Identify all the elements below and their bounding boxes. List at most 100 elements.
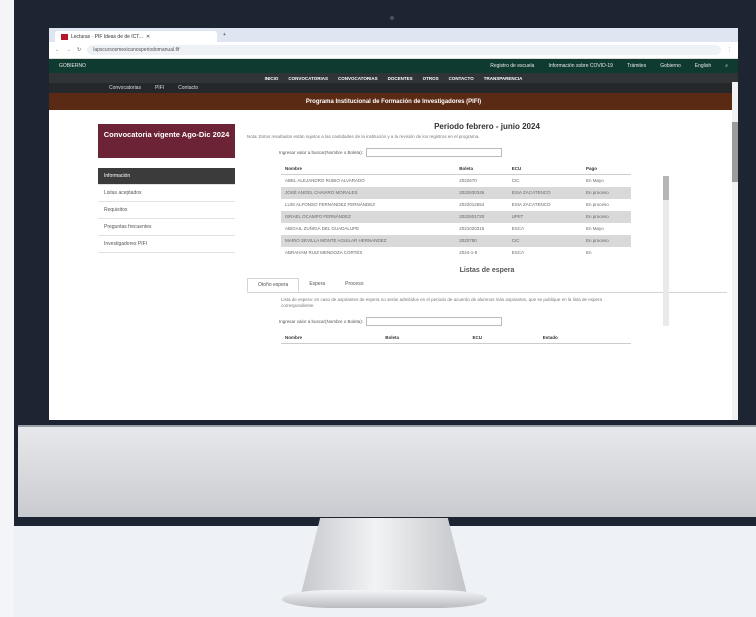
note-text: Nota: Estos resultados están sujetos a l… xyxy=(247,134,480,139)
table-row: MARIO SEVILLA MONTE AGUILAR HERNANDEZ 202… xyxy=(281,235,631,247)
cell: MARIO SEVILLA MONTE AGUILAR HERNANDEZ xyxy=(281,235,456,247)
cell: En xyxy=(586,250,592,255)
col-header[interactable]: Boleta xyxy=(455,163,508,175)
menu-item[interactable]: CONVOCATORIAS xyxy=(288,76,328,81)
new-tab-icon[interactable]: + xyxy=(223,32,226,38)
submenu-item[interactable]: Convocatorias xyxy=(109,85,141,91)
gov-link[interactable]: Gobierno xyxy=(660,63,681,69)
cell: CIC xyxy=(507,235,583,247)
favicon-icon xyxy=(61,33,68,40)
gov-link[interactable]: Información sobre COVID-19 xyxy=(548,63,612,69)
tab-otono-espera[interactable]: Otoño espera xyxy=(247,278,300,292)
wait-search-input[interactable] xyxy=(366,317,503,326)
page-title: Periodo febrero - junio 2024 xyxy=(434,122,540,131)
table-scroll-thumb[interactable] xyxy=(663,176,669,200)
table-row: LUIS ALFONSO FERNÁNDEZ FERNÁNDEZ 20220125… xyxy=(281,199,631,211)
sidebar-item-requisitos[interactable]: Requisitos xyxy=(98,202,235,219)
waitlist-table: Nombre Boleta ECU Estado xyxy=(281,332,631,344)
col-header[interactable]: ECU xyxy=(468,332,539,344)
url-text: lapscursosmexicanosperiodomanual.fif xyxy=(93,47,180,53)
table-scrollbar[interactable] xyxy=(663,176,669,326)
search-input[interactable] xyxy=(366,148,503,157)
search-label: Ingresar valor a buscar(Nombre o Boleta)… xyxy=(279,319,364,324)
table-row: ISRAEL OCAMPO FERNÁNDEZ 2022601720 UPIIT En… xyxy=(281,211,631,223)
waitlist-description: Lista de espera: en caso de aspirantes d… xyxy=(281,297,602,308)
tab-espera[interactable]: Espera xyxy=(299,278,335,292)
extensions-icon[interactable]: ⋮ xyxy=(727,47,732,53)
waitlist-title: Listas de espera xyxy=(459,267,515,274)
accepted-table: Nombre Boleta ECU Pago ABEL ALEJANDRO RU… xyxy=(281,163,631,259)
submenu-item[interactable]: PIFI xyxy=(155,85,164,91)
address-bar: ← → ↻ lapscursosmexicanosperiodomanual.f… xyxy=(49,42,738,59)
col-header[interactable]: Boleta xyxy=(381,332,469,344)
cell: ESCA xyxy=(511,226,525,231)
cell: ESCA xyxy=(511,250,525,255)
back-icon[interactable]: ← xyxy=(55,47,60,53)
col-header[interactable]: ECU xyxy=(507,163,583,175)
browser-tabbar: Lecturas · PIF Ideas de de ICT... ✕ + xyxy=(49,28,738,42)
submenu-item[interactable]: Contacto xyxy=(178,85,198,91)
sub-menu: Convocatorias PIFI Contacto xyxy=(49,83,738,93)
program-banner: Programa Institucional de Formación de I… xyxy=(49,93,738,110)
page-scrollbar[interactable] xyxy=(732,82,738,420)
cell: ESIA ZACATENCO xyxy=(507,187,583,199)
cell: 2020780 xyxy=(455,235,508,247)
main-menu: INICIO CONVOCATORIAS CONVOCATORIAS DOCEN… xyxy=(49,73,738,83)
cell: ABRAHAM RUIZ MENDOZA CORTÉS xyxy=(285,250,363,255)
col-header[interactable]: Nombre xyxy=(281,163,456,175)
cell: 2022012554 xyxy=(459,202,485,207)
browser-tab[interactable]: Lecturas · PIF Ideas de de ICT... ✕ xyxy=(55,31,217,42)
col-header[interactable]: Estado xyxy=(538,332,631,344)
gov-link[interactable]: Trámites xyxy=(627,63,646,69)
menu-item[interactable]: CONTACTO xyxy=(449,76,474,81)
search-row: Ingresar valor a buscar(Nombre o Boleta)… xyxy=(279,148,727,157)
cell: 2021020315 xyxy=(459,226,485,231)
reload-icon[interactable]: ↻ xyxy=(77,47,81,53)
col-header[interactable]: Pago xyxy=(582,163,631,175)
cell: UPIIT xyxy=(507,211,583,223)
sidebar-item-investigadores[interactable]: Investigadores PIFI xyxy=(98,236,235,253)
banner-title: Programa Institucional de Formación de I… xyxy=(305,98,482,105)
sidebar-item-faq[interactable]: Preguntas frecuentes xyxy=(98,219,235,236)
table-row: ABIGAIL ZUÑIGA DEL GUADALUPE 2021020315 ES… xyxy=(281,223,631,235)
monitor-stand xyxy=(300,518,468,598)
forward-icon[interactable]: → xyxy=(66,47,71,53)
gov-link[interactable]: Registro de escuela xyxy=(490,63,534,69)
close-icon[interactable]: ✕ xyxy=(146,34,150,40)
col-header[interactable]: Nombre xyxy=(281,332,382,344)
page-scroll-thumb[interactable] xyxy=(732,122,738,182)
sidebar-item-info[interactable]: Información xyxy=(98,168,235,185)
menu-item[interactable]: CONVOCATORIAS xyxy=(338,76,378,81)
sidebar-item-listas[interactable]: Listas aceptados xyxy=(98,185,235,202)
menu-item[interactable]: DOCENTES xyxy=(388,76,413,81)
cell: ISRAEL OCAMPO FERNÁNDEZ xyxy=(281,211,456,223)
table-row: ABEL ALEJANDRO RUBIO ALVARADO 2022670 CIC E… xyxy=(281,175,631,188)
tab-proceso[interactable]: Proceso xyxy=(335,278,373,292)
camera-dot xyxy=(390,16,394,20)
cell: 2022670 xyxy=(459,178,477,183)
search-icon[interactable]: ⌕ xyxy=(725,63,728,69)
menu-item[interactable]: OTROS xyxy=(423,76,439,81)
cell: En Mayo xyxy=(586,178,604,183)
table-row: JOSÉ ANGEL CHAVIRO MORALES 2022630346 ESIA… xyxy=(281,187,631,199)
menu-item[interactable]: INICIO xyxy=(265,76,279,81)
cell: ABEL ALEJANDRO RUBIO ALVARADO xyxy=(285,178,365,183)
wait-search-row: Ingresar valor a buscar(Nombre o Boleta)… xyxy=(279,317,727,326)
cell: CIC xyxy=(511,178,520,183)
search-label: Ingresar valor a buscar(Nombre o Boleta)… xyxy=(279,150,364,155)
tab-title: Lecturas · PIF Ideas de de ICT... xyxy=(71,33,143,40)
screen: Lecturas · PIF Ideas de de ICT... ✕ + ← … xyxy=(49,28,738,420)
gov-logo[interactable]: GOBIERNO xyxy=(59,63,86,69)
sidebar: Convocatoria vigente Ago-Dic 2024 Inform… xyxy=(98,124,235,253)
main-panel: Periodo febrero - junio 2024 Nota: Estos… xyxy=(247,122,727,344)
cell: En proceso xyxy=(586,202,609,207)
url-input[interactable]: lapscursosmexicanosperiodomanual.fif xyxy=(87,45,721,55)
cell: 2022601720 xyxy=(455,211,508,223)
table-row: ABRAHAM RUIZ MENDOZA CORTÉS 2024-1-8 ESCA E… xyxy=(281,247,631,259)
gov-link[interactable]: English xyxy=(695,63,711,69)
chin-divider xyxy=(18,425,756,427)
cell: En Mayo xyxy=(586,226,604,231)
cell: 2024-1-8 xyxy=(459,250,478,255)
convocatoria-box[interactable]: Convocatoria vigente Ago-Dic 2024 xyxy=(98,124,235,158)
menu-item[interactable]: TRANSPARENCIA xyxy=(484,76,523,81)
